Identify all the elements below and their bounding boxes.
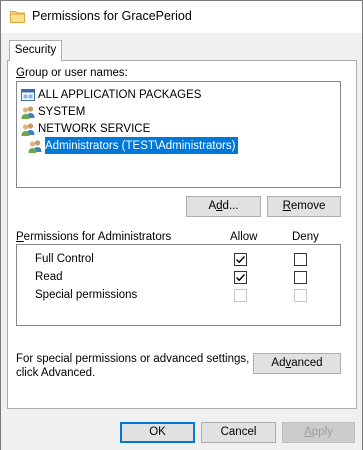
users-icon (28, 139, 42, 153)
full-control-deny-checkbox[interactable] (294, 253, 307, 266)
users-icon (21, 105, 35, 119)
permissions-list: Full Control Read Special permissions (16, 244, 341, 326)
ok-button[interactable]: OK (120, 422, 195, 443)
add-button[interactable]: Add... (186, 196, 261, 217)
permissions-label: Permissions for Administrators (16, 231, 172, 243)
remove-button[interactable]: Remove (267, 196, 341, 217)
read-deny-checkbox[interactable] (294, 271, 307, 284)
read-allow-checkbox[interactable] (234, 271, 247, 284)
advanced-note-line2: click Advanced. (16, 367, 96, 379)
app-packages-icon (21, 88, 35, 101)
special-permissions-allow-checkbox (234, 289, 247, 302)
list-item-label: SYSTEM (38, 105, 86, 118)
list-item-selected[interactable]: Administrators (TEST\Administrators) (27, 137, 239, 154)
checkmark-icon (236, 274, 246, 282)
list-item[interactable]: NETWORK SERVICE (20, 120, 150, 137)
deny-column-header: Deny (292, 231, 319, 243)
list-item-label: Administrators (TEST\Administrators) (45, 137, 239, 154)
cancel-button[interactable]: Cancel (201, 422, 276, 443)
tab-security[interactable]: Security (9, 40, 62, 61)
list-item[interactable]: ALL APPLICATION PACKAGES (20, 86, 201, 103)
users-icon (21, 122, 35, 136)
special-permissions-deny-checkbox (294, 289, 307, 302)
group-user-listbox[interactable]: ALL APPLICATION PACKAGES SYSTEM NETWORK … (16, 81, 341, 188)
apply-button[interactable]: Apply (282, 422, 355, 443)
permissions-dialog: Permissions for GracePeriod Security Gro… (0, 0, 363, 450)
permission-name: Read (35, 271, 63, 283)
list-item-label: NETWORK SERVICE (38, 122, 151, 135)
advanced-note-line1: For special permissions or advanced sett… (16, 353, 250, 365)
checkmark-icon (236, 256, 246, 264)
window-title: Permissions for GracePeriod (32, 9, 192, 23)
list-item[interactable]: SYSTEM (20, 103, 85, 120)
advanced-button[interactable]: Advanced (253, 353, 341, 374)
full-control-allow-checkbox[interactable] (234, 253, 247, 266)
allow-column-header: Allow (230, 231, 258, 243)
folder-icon (10, 11, 25, 23)
list-item-label: ALL APPLICATION PACKAGES (38, 88, 202, 101)
permission-name: Special permissions (35, 289, 138, 301)
permission-name: Full Control (35, 253, 94, 265)
tab-security-label: Security (14, 44, 57, 56)
title-bar[interactable]: Permissions for GracePeriod (1, 1, 362, 33)
group-names-label: Group or user names: (16, 67, 128, 79)
